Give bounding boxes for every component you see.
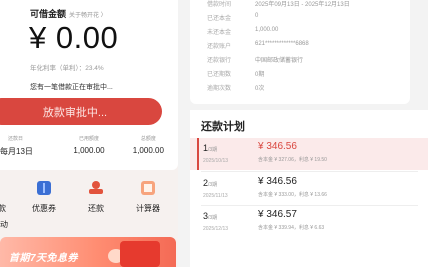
plan-date: 2025/10/13 [203, 158, 229, 164]
quick-actions: 款 优惠券 还款 计算器 [0, 181, 178, 221]
detail-row: 借款时间 2025年09月13日 - 2025年12月13日 [207, 0, 350, 10]
detail-key: 借款时间 [207, 2, 232, 8]
detail-value: 1,000.00 [255, 27, 279, 33]
stat-total-limit: 总额度 1,000.00 [119, 135, 178, 157]
divider [201, 171, 418, 172]
detail-value: 0 [255, 13, 259, 19]
detail-value: 2025年09月13日 - 2025年12月13日 [255, 2, 350, 8]
plan-period: 3/3期 [203, 211, 217, 221]
detail-value: 621*************6868 [255, 41, 309, 47]
action-coupon[interactable]: 优惠券 [24, 181, 64, 214]
plan-date: 2025/12/13 [203, 226, 229, 232]
detail-key: 未还本金 [207, 30, 232, 36]
period-unit: /3期 [208, 182, 218, 188]
plan-amount: ¥ 346.56 [258, 176, 297, 187]
stat-label: 总额度 [140, 136, 156, 142]
stat-value: 1,000.00 [132, 146, 164, 155]
clipped-icon [0, 181, 9, 195]
red-envelope-icon [120, 241, 160, 267]
plan-amount: ¥ 346.57 [258, 209, 297, 220]
stat-label: 还款日 [8, 136, 24, 142]
action-calculator[interactable]: 计算器 [128, 181, 168, 214]
stat-repay-day: 还款日 每月13日 [0, 135, 59, 157]
detail-row: 未还本金 1,000.00 [207, 27, 278, 38]
plan-item-2[interactable]: 2/3期 2025/11/13 ¥ 346.56 含本金 ¥ 333.00，利息… [190, 173, 428, 205]
period-unit: /3期 [208, 215, 218, 221]
detail-key: 已还期数 [207, 72, 232, 78]
banner-text: 首期7天免息券 [9, 253, 79, 264]
annual-rate: 年化利率（单利）：23.4% [30, 65, 104, 72]
loan-stats: 还款日 每月13日 已用额度 1,000.00 总额度 1,000.00 [0, 135, 178, 157]
plan-item-1[interactable]: 1/3期 2025/10/13 ¥ 346.56 含本金 ¥ 327.06，利息… [190, 138, 428, 170]
detail-row: 逾期次数 0次 [207, 83, 264, 94]
coupon-icon [37, 181, 51, 195]
detail-key: 还款账户 [207, 44, 232, 50]
detail-key: 还款银行 [207, 58, 232, 64]
section-title-clipped: 动 [0, 220, 8, 229]
stat-value: 每月13日 [0, 147, 33, 156]
detail-value: 0次 [255, 86, 265, 92]
loan-details-card: 借款时间 2025年09月13日 - 2025年12月13日 已还本金 0 未还… [190, 0, 410, 104]
detail-key: 逾期次数 [207, 86, 232, 92]
available-amount: ¥ 0.00 [29, 20, 119, 55]
plan-title: 还款计划 [201, 121, 245, 133]
about-link[interactable]: 关于畅开花 〉 [69, 10, 107, 19]
loan-status-message: 您有一笔借款正在审批中... [30, 84, 113, 91]
plan-breakdown: 含本金 ¥ 327.06，利息 ¥ 19.50 [258, 157, 327, 163]
action-label: 计算器 [136, 204, 160, 213]
loan-detail-panel: 借款时间 2025年09月13日 - 2025年12月13日 已还本金 0 未还… [190, 0, 428, 267]
action-label: 优惠券 [32, 204, 56, 213]
promo-banner[interactable]: 首期7天免息券 [0, 237, 176, 267]
plan-breakdown: 含本金 ¥ 333.00，利息 ¥ 13.66 [258, 192, 327, 198]
stat-label: 已用额度 [78, 136, 99, 142]
period-unit: /3期 [208, 147, 218, 153]
plan-breakdown: 含本金 ¥ 339.94，利息 ¥ 6.63 [258, 225, 325, 231]
action-repay[interactable]: 还款 [76, 181, 116, 214]
stat-used-limit: 已用额度 1,000.00 [59, 135, 118, 157]
credit-label-row: 可借金额 关于畅开花 〉 [30, 7, 107, 20]
credit-card: 可借金额 关于畅开花 〉 ¥ 0.00 年化利率（单利）：23.4% 您有一笔借… [0, 0, 178, 170]
plan-period: 2/3期 [203, 178, 217, 188]
detail-row: 已还期数 0期 [207, 69, 264, 80]
loan-overview-panel: 可借金额 关于畅开花 〉 ¥ 0.00 年化利率（单利）：23.4% 您有一笔借… [0, 0, 178, 267]
detail-row: 还款银行 中国邮政储蓄银行 [207, 55, 303, 66]
loan-review-button[interactable]: 放款审批中... [0, 98, 162, 125]
repay-icon [89, 181, 103, 195]
detail-value: 0期 [255, 72, 265, 78]
stat-value: 1,000.00 [73, 146, 105, 155]
plan-item-3[interactable]: 3/3期 2025/12/13 ¥ 346.57 含本金 ¥ 339.94，利息… [190, 206, 428, 238]
action-label: 还款 [88, 204, 104, 213]
plan-date: 2025/11/13 [203, 193, 228, 199]
credit-label: 可借金额 [30, 9, 67, 19]
repayment-plan: 还款计划 1/3期 2025/10/13 ¥ 346.56 含本金 ¥ 327.… [190, 110, 428, 267]
detail-row: 已还本金 0 [207, 13, 258, 24]
action-label: 款 [0, 204, 6, 213]
action-clipped[interactable]: 款 [0, 181, 22, 214]
calculator-icon [141, 181, 155, 195]
plan-period: 1/3期 [203, 143, 217, 153]
detail-key: 已还本金 [207, 16, 232, 22]
detail-value: 中国邮政储蓄银行 [255, 58, 304, 64]
plan-amount: ¥ 346.56 [258, 141, 297, 152]
detail-row: 还款账户 621*************6868 [207, 41, 309, 52]
